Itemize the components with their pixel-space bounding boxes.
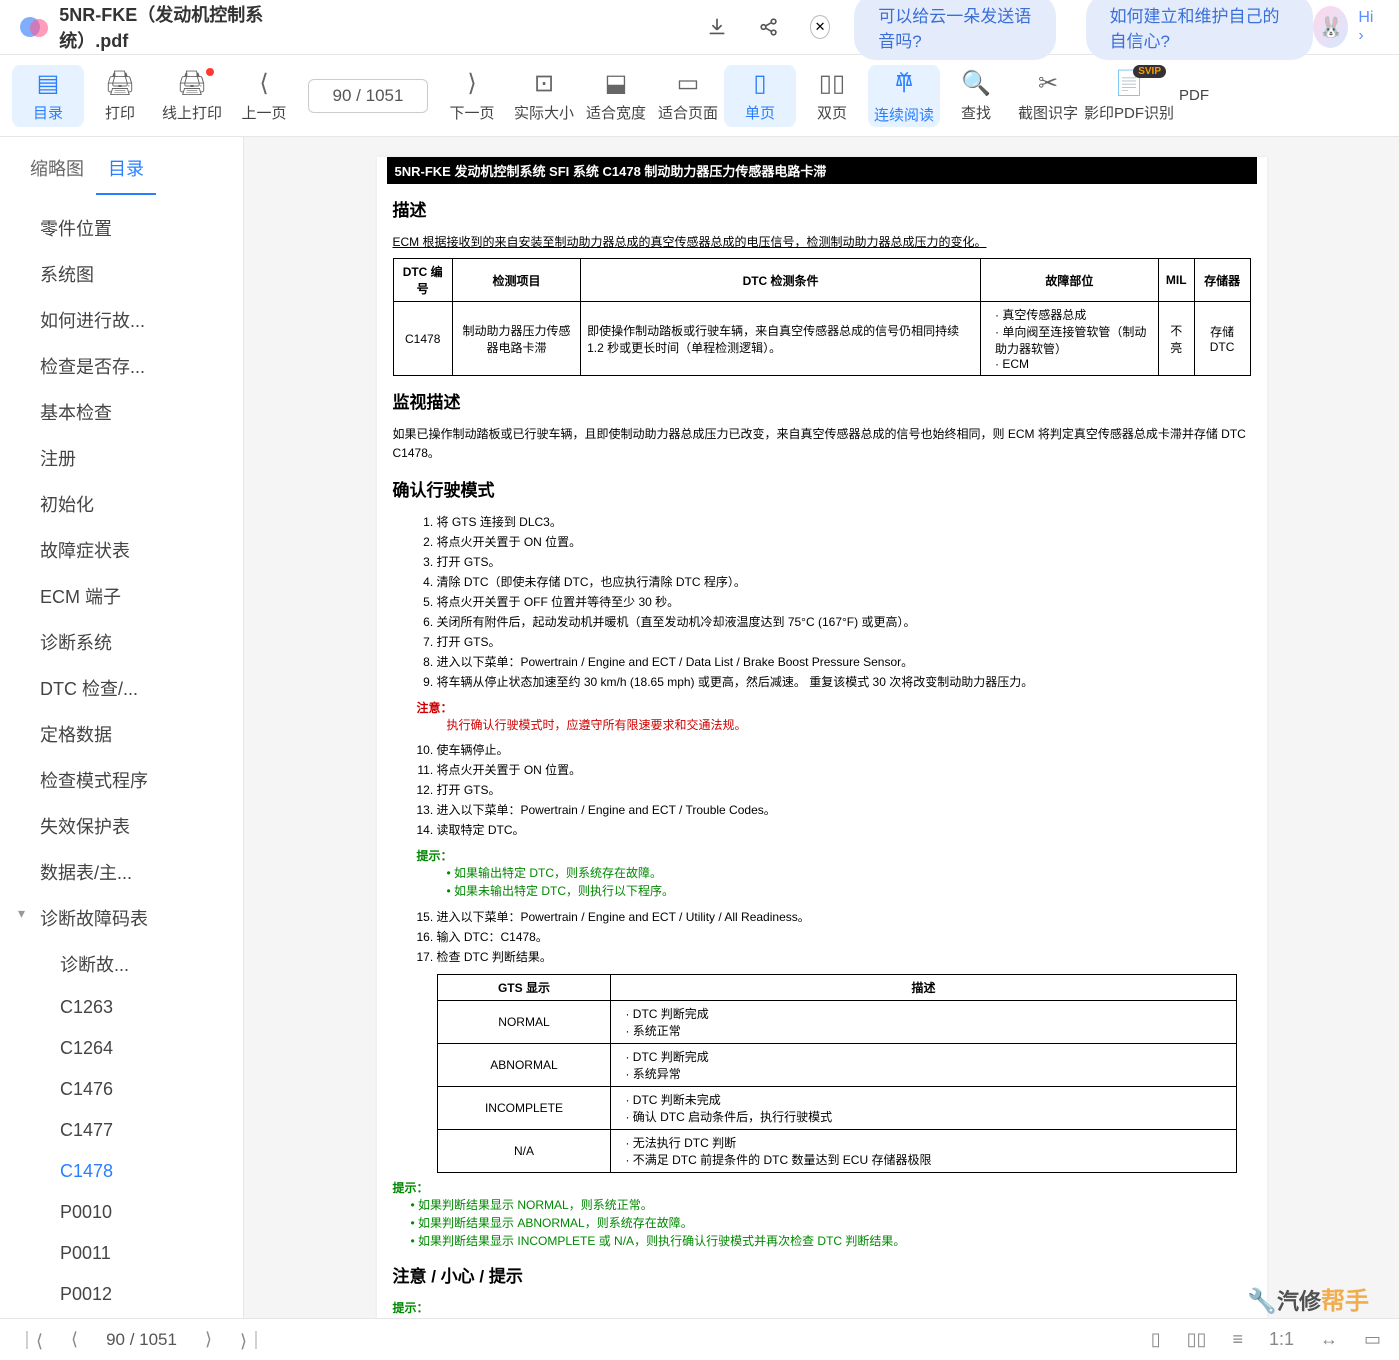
toolbar-fit-page[interactable]: ▭适合页面 [652, 65, 724, 127]
toc-item[interactable]: P0012 [0, 1274, 243, 1315]
toc-item[interactable]: C1263 [0, 987, 243, 1028]
toc-item[interactable]: C1477 [0, 1110, 243, 1151]
toc-item[interactable]: 初始化 [0, 481, 243, 527]
file-name: 5NR-FKE（发动机控制系统）.pdf [59, 1, 286, 53]
app-logo [20, 13, 43, 41]
hi-label[interactable]: Hi › [1358, 9, 1379, 45]
desc-text: ECM 根据接收到的来自安装至制动助力器总成的真空传感器总成的电压信号，检测制动… [393, 233, 1251, 252]
view-actual-icon[interactable]: 1:1 [1269, 1329, 1294, 1350]
toolbar-continuous[interactable]: 𐄷连续阅读 [868, 65, 940, 127]
close-suggestions-icon[interactable]: ✕ [810, 15, 830, 39]
section-header: 5NR-FKE 发动机控制系统 SFI 系统 C1478 制动助力器压力传感器电… [387, 157, 1257, 184]
dtc-table: DTC 编号检测项目DTC 检测条件故障部位MIL存储器 C1478 制动助力器… [393, 258, 1251, 376]
toc-item[interactable]: 注册 [0, 435, 243, 481]
note-title: 注意： [417, 699, 1267, 716]
toc-item[interactable]: P0011 [0, 1233, 243, 1274]
heading-monitor: 监视描述 [393, 388, 1251, 413]
download-icon[interactable] [706, 16, 728, 38]
toolbar-screenshot-ocr[interactable]: ✂截图识字 [1012, 65, 1084, 127]
heading-confirm: 确认行驶模式 [393, 476, 1251, 501]
toc-item[interactable]: 诊断系统 [0, 619, 243, 665]
toolbar-online-print[interactable]: 🖨线上打印 [156, 65, 228, 127]
monitor-text: 如果已操作制动踏板或已行驶车辆，且即使制动助力器总成压力已改变，来自真空传感器总… [393, 425, 1251, 463]
toc-item[interactable]: 系统图 [0, 251, 243, 297]
gts-table: GTS 显示描述NORMALDTC 判断完成系统正常ABNORMALDTC 判断… [437, 974, 1237, 1173]
last-page-icon[interactable]: ⟩｜ [240, 1327, 265, 1353]
toolbar-pdf[interactable]: PDF [1174, 65, 1214, 127]
view-cont-icon[interactable]: ≡ [1232, 1329, 1243, 1350]
toc-item[interactable]: 检查模式程序 [0, 757, 243, 803]
toolbar-find[interactable]: 🔍查找 [940, 65, 1012, 127]
toc-item[interactable]: 诊断故... [0, 941, 243, 987]
tab-thumbnails[interactable]: 缩略图 [18, 147, 96, 195]
page-indicator[interactable]: 90 / 1051 [308, 79, 428, 113]
toc-item[interactable]: 零件位置 [0, 205, 243, 251]
hint-title-2: 提示： [393, 1179, 1267, 1196]
toc-item[interactable]: P0010 [0, 1192, 243, 1233]
toc-item[interactable]: C1264 [0, 1028, 243, 1069]
steps-1: 将 GTS 连接到 DLC3。将点火开关置于 ON 位置。打开 GTS。清除 D… [437, 513, 1251, 691]
toc-item[interactable]: 故障症状表 [0, 527, 243, 573]
view-fitp-icon[interactable]: ▭ [1364, 1329, 1381, 1350]
avatar[interactable]: 🐰 [1313, 6, 1348, 48]
suggestion-1[interactable]: 可以给云一朵发送语音吗? [854, 0, 1055, 60]
toolbar-print[interactable]: 🖨打印 [84, 65, 156, 127]
view-fitw-icon[interactable]: ↔ [1320, 1329, 1338, 1350]
toc-item[interactable]: 失效保护表 [0, 803, 243, 849]
toolbar-shadow-pdf[interactable]: SVIP📄影印PDF识别 [1084, 65, 1174, 127]
page-view: 5NR-FKE 发动机控制系统 SFI 系统 C1478 制动助力器压力传感器电… [244, 137, 1399, 1318]
toolbar-actual-size[interactable]: ⊡实际大小 [508, 65, 580, 127]
toc-item[interactable]: 定格数据 [0, 711, 243, 757]
toc-item[interactable]: C1478 [0, 1151, 243, 1192]
toc-list: 零件位置系统图如何进行故...检查是否存...基本检查注册初始化故障症状表ECM… [0, 195, 243, 1318]
prev-page-icon[interactable]: ⟨ [71, 1329, 78, 1350]
view-single-icon[interactable]: ▯ [1151, 1329, 1161, 1350]
toc-item[interactable]: 诊断故障码表 [0, 895, 243, 941]
heading-desc: 描述 [393, 196, 1251, 221]
toc-item[interactable]: 基本检查 [0, 389, 243, 435]
toolbar-single[interactable]: ▯单页 [724, 65, 796, 127]
tip-title: 提示： [393, 1299, 1267, 1316]
toolbar-next[interactable]: ⟩下一页 [436, 65, 508, 127]
toc-item[interactable]: 检查是否存... [0, 343, 243, 389]
toolbar-catalog[interactable]: ▤目录 [12, 65, 84, 127]
heading-note: 注意 / 小心 / 提示 [393, 1262, 1251, 1287]
toc-item[interactable]: DTC 检查/... [0, 665, 243, 711]
toc-item[interactable]: C1476 [0, 1069, 243, 1110]
toc-item[interactable]: 数据表/主... [0, 849, 243, 895]
first-page-icon[interactable]: ｜⟨ [18, 1327, 43, 1353]
steps-3: 进入以下菜单：Powertrain / Engine and ECT / Uti… [437, 908, 1251, 966]
footer-page: 90 / 1051 [106, 1330, 177, 1350]
view-double-icon[interactable]: ▯▯ [1187, 1329, 1207, 1350]
toc-item[interactable]: ECM 端子 [0, 573, 243, 619]
watermark: 🔧汽修帮手 [1247, 1281, 1369, 1316]
toolbar-prev[interactable]: ⟨上一页 [228, 65, 300, 127]
note-body: 执行确认行驶模式时，应遵守所有限速要求和交通法规。 [447, 716, 1267, 733]
hint-title-1: 提示： [417, 847, 1267, 864]
next-page-icon[interactable]: ⟩ [205, 1329, 212, 1350]
toolbar-fit-width[interactable]: ⬓适合宽度 [580, 65, 652, 127]
share-icon[interactable] [758, 16, 780, 38]
toc-item[interactable]: 如何进行故... [0, 297, 243, 343]
suggestion-2[interactable]: 如何建立和维护自己的自信心? [1086, 0, 1314, 60]
toolbar-double[interactable]: ▯▯双页 [796, 65, 868, 127]
tab-toc[interactable]: 目录 [96, 147, 156, 195]
steps-2: 使车辆停止。将点火开关置于 ON 位置。打开 GTS。进入以下菜单：Powert… [437, 741, 1251, 839]
